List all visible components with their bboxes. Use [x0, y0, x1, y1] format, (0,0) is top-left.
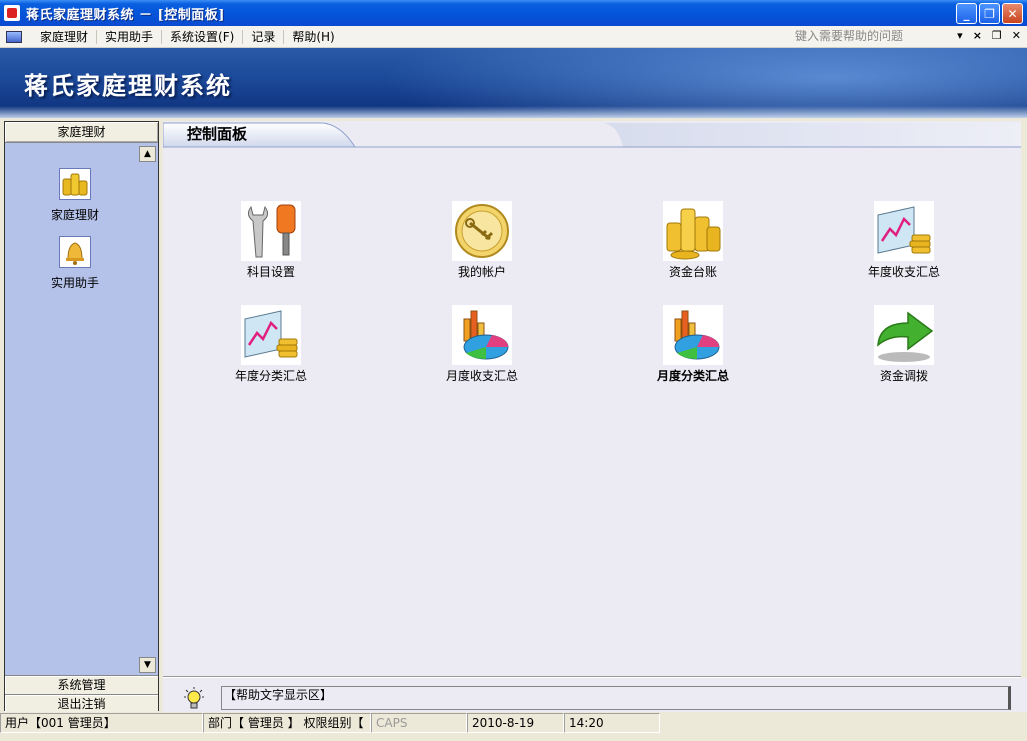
sidebar-item-label: 家庭理财 — [50, 208, 99, 222]
tile-monthly-income-summary[interactable]: 月度收支汇总 — [407, 305, 557, 384]
pie-bar-icon — [452, 305, 512, 365]
coins-icon — [59, 168, 91, 200]
green-arrow-icon — [874, 305, 934, 365]
window-title: 蒋氏家庭理财系统 － [控制面板] — [26, 7, 225, 23]
sidebar-footer-logout[interactable]: 退出注销 — [5, 694, 158, 713]
window-edge — [1021, 121, 1027, 712]
chart-coins-icon — [241, 305, 301, 365]
tile-label: 年度收支汇总 — [867, 265, 940, 279]
tile-label: 年度分类汇总 — [234, 369, 307, 383]
sidebar-footer-system[interactable]: 系统管理 — [5, 675, 158, 694]
tile-monthly-category-summary[interactable]: 月度分类汇总 — [618, 305, 768, 384]
status-time: 14:20 — [564, 713, 660, 733]
panel-title: 控制面板 — [187, 125, 248, 143]
tile-subject-settings[interactable]: 科目设置 — [196, 201, 346, 280]
window-controls: _ ❐ ✕ — [956, 3, 1023, 24]
pie-bar-icon — [663, 305, 723, 365]
mdi-controls: ▾ × ❐ ✕ — [957, 29, 1021, 42]
tile-label: 资金台账 — [668, 265, 717, 279]
tile-label: 资金调拨 — [879, 369, 928, 383]
chart-coins-icon — [874, 201, 934, 261]
menu-family-finance[interactable]: 家庭理财 — [32, 29, 98, 44]
help-question-input[interactable]: 键入需要帮助的问题 — [795, 28, 970, 45]
coins-stack-icon — [663, 201, 723, 261]
tile-label: 月度收支汇总 — [445, 369, 518, 383]
status-user: 用户【001 管理员】 — [0, 713, 203, 733]
tile-label: 科目设置 — [246, 265, 295, 279]
tools-icon — [241, 201, 301, 261]
tile-fund-ledger[interactable]: 资金台账 — [618, 201, 768, 280]
bottom-edge — [0, 734, 1027, 741]
restore-button[interactable]: ❐ — [979, 3, 1000, 24]
sidebar-item-label: 实用助手 — [50, 276, 99, 290]
sidebar-item-utilities[interactable]: 实用助手 — [5, 236, 145, 291]
menu-utilities[interactable]: 实用助手 — [97, 29, 163, 44]
sidebar: 家庭理财 ▲ 家庭理财 实用助手 ▼ 系统管理 退出注销 — [4, 121, 159, 713]
minimize-button[interactable]: _ — [956, 3, 977, 24]
tile-label: 月度分类汇总 — [656, 369, 729, 383]
lightbulb-icon — [181, 686, 207, 712]
mdi-close-icon[interactable]: ✕ — [1012, 29, 1021, 42]
help-dropdown-icon[interactable]: ▾ — [957, 29, 963, 42]
panel-header: 控制面板 — [163, 121, 1027, 149]
status-date: 2010-8-19 — [467, 713, 564, 733]
tile-label: 我的帐户 — [457, 265, 506, 279]
bell-icon — [59, 236, 91, 268]
mdi-minimize-icon[interactable]: × — [973, 29, 982, 42]
tile-annual-category-summary[interactable]: 年度分类汇总 — [196, 305, 346, 384]
mdi-restore-icon[interactable]: ❐ — [992, 29, 1002, 42]
tile-fund-transfer[interactable]: 资金调拨 — [829, 305, 979, 384]
menu-records[interactable]: 记录 — [243, 29, 285, 44]
status-department: 部门【 管理员 】 权限组别【 — [203, 713, 371, 733]
app-icon[interactable] — [4, 5, 20, 21]
help-text-area: 【帮助文字显示区】 — [221, 686, 1011, 710]
tile-annual-income-summary[interactable]: 年度收支汇总 — [829, 201, 979, 280]
title-bar: 蒋氏家庭理财系统 － [控制面板] _ ❐ ✕ — [0, 0, 1027, 26]
brand-title: 蒋氏家庭理财系统 — [24, 71, 232, 100]
control-panel: 控制面板 科目设置 我的帐户 资金台账 年度收支汇总 年度分类汇总 月度收支汇总… — [163, 121, 1027, 677]
menu-help[interactable]: 帮助(H) — [284, 30, 342, 44]
help-area: 【帮助文字显示区】 — [163, 678, 1027, 712]
key-icon — [452, 201, 512, 261]
scroll-down-button[interactable]: ▼ — [139, 657, 156, 673]
menu-settings[interactable]: 系统设置(F) — [162, 29, 244, 44]
document-icon[interactable] — [6, 30, 22, 43]
close-button[interactable]: ✕ — [1002, 3, 1023, 24]
tile-my-account[interactable]: 我的帐户 — [407, 201, 557, 280]
menu-bar: 家庭理财 实用助手 系统设置(F) 记录 帮助(H) 键入需要帮助的问题 ▾ ×… — [0, 26, 1027, 48]
header-banner: 蒋氏家庭理财系统 — [0, 48, 1027, 118]
status-caps: CAPS — [371, 713, 467, 733]
sidebar-header[interactable]: 家庭理财 — [5, 122, 158, 143]
status-bar: 用户【001 管理员】 部门【 管理员 】 权限组别【 CAPS 2010-8-… — [0, 712, 1027, 734]
scroll-up-button[interactable]: ▲ — [139, 146, 156, 162]
sidebar-item-family-finance[interactable]: 家庭理财 — [5, 168, 145, 223]
